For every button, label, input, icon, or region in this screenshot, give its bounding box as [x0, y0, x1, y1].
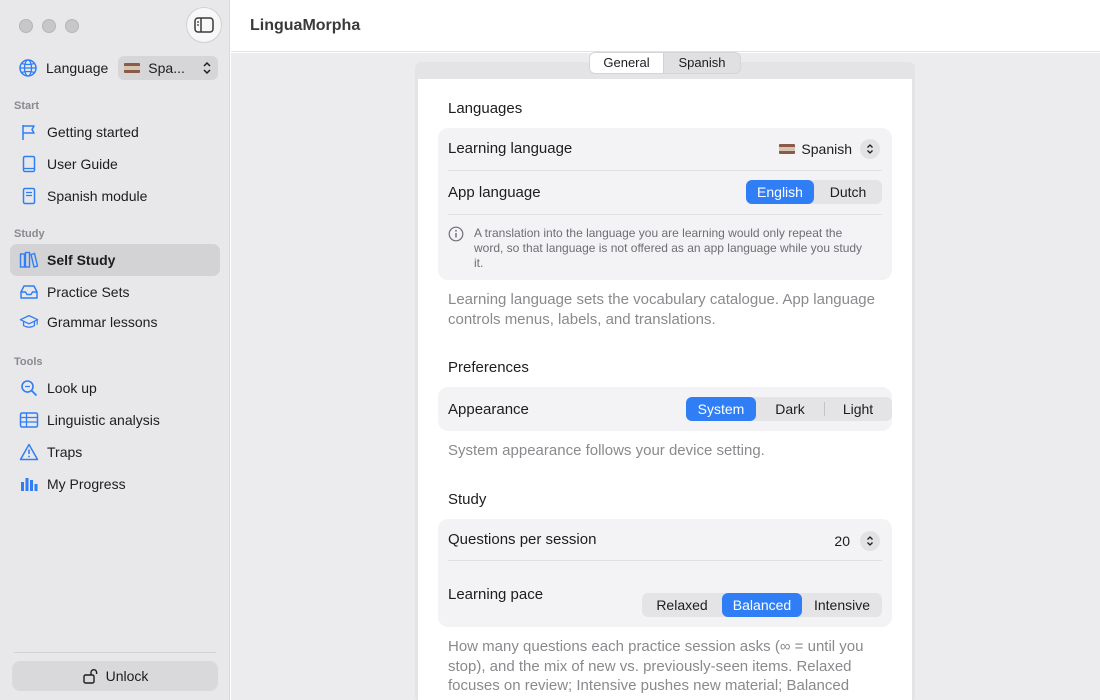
warning-icon — [19, 442, 39, 462]
unlock-label: Unlock — [105, 668, 149, 684]
table-icon — [19, 410, 39, 430]
language-select[interactable]: Spa... — [118, 56, 219, 80]
up-down-chevron-icon — [203, 61, 211, 75]
learning-language-value: Spanish — [801, 141, 852, 157]
row-divider — [448, 170, 882, 171]
globe-icon — [19, 59, 37, 77]
row-divider — [448, 560, 882, 561]
sidebar-item-label: Linguistic analysis — [47, 412, 160, 428]
language-picker-row: Language Spa... — [18, 56, 219, 80]
appearance-option-system[interactable]: System — [686, 397, 756, 421]
app-language-option-english[interactable]: English — [746, 180, 814, 204]
pace-option-balanced[interactable]: Balanced — [722, 593, 802, 617]
languages-description: Learning language sets the vocabulary ca… — [448, 291, 875, 328]
info-icon — [448, 226, 464, 242]
spanish-flag-icon — [779, 144, 796, 154]
pace-option-intensive[interactable]: Intensive — [802, 593, 882, 617]
sidebar-item-linguistic-analysis[interactable]: Linguistic analysis — [10, 404, 220, 436]
languages-card: Learning language Spanish App language E… — [438, 128, 892, 280]
minimize-window-button[interactable] — [42, 19, 56, 33]
sidebar-item-label: Self Study — [47, 252, 116, 268]
window-controls — [19, 19, 79, 33]
questions-per-session-label: Questions per session — [448, 531, 597, 548]
bar-chart-icon — [19, 474, 39, 494]
app-title: LinguaMorpha — [250, 17, 361, 34]
language-label: Language — [46, 60, 109, 76]
sidebar-item-label: My Progress — [47, 476, 126, 492]
languages-heading: Languages — [448, 100, 523, 117]
study-card: Questions per session 20 Learning pace R… — [438, 519, 892, 627]
tab-general[interactable]: General — [590, 53, 664, 73]
sidebar-item-label: Traps — [47, 444, 83, 460]
close-window-button[interactable] — [19, 19, 33, 33]
sidebar-item-spanish-module[interactable]: Spanish module — [10, 180, 220, 212]
sidebar-item-label: Grammar lessons — [47, 314, 158, 330]
sidebar-item-label: Spanish module — [47, 188, 148, 204]
questions-per-session-value: 20 — [834, 533, 850, 549]
up-down-chevron-icon — [860, 531, 880, 551]
learning-language-select[interactable]: Spanish — [779, 139, 880, 159]
tab-spanish[interactable]: Spanish — [664, 53, 740, 73]
appearance-option-dark[interactable]: Dark — [756, 397, 824, 421]
preferences-description: System appearance follows your device se… — [448, 442, 765, 459]
app-language-segmented-control: English Dutch — [746, 180, 882, 204]
sidebar-item-label: Look up — [47, 380, 97, 396]
flag-icon — [19, 122, 39, 142]
appearance-option-light[interactable]: Light — [825, 397, 891, 421]
questions-per-session-stepper[interactable]: 20 — [834, 531, 880, 551]
sidebar: Language Spa... Start Getting started Us… — [0, 0, 230, 700]
learning-pace-label: Learning pace — [448, 586, 544, 603]
unlocked-padlock-icon — [82, 668, 98, 684]
learning-language-label: Learning language — [448, 140, 573, 157]
section-heading-study: Study — [14, 228, 45, 240]
spanish-flag-icon — [124, 63, 141, 73]
app-language-option-dutch[interactable]: Dutch — [814, 180, 882, 204]
study-heading: Study — [448, 491, 487, 508]
sidebar-item-practice-sets[interactable]: Practice Sets — [10, 276, 220, 308]
book-icon — [19, 154, 39, 174]
unlock-button[interactable]: Unlock — [12, 661, 218, 691]
language-select-value: Spa... — [148, 60, 185, 76]
appearance-segmented-control: System Dark Light — [686, 397, 892, 421]
magnifier-icon — [19, 378, 39, 398]
learning-pace-segmented-control: Relaxed Balanced Intensive — [642, 593, 882, 617]
row-divider — [448, 214, 882, 215]
sidebar-item-user-guide[interactable]: User Guide — [10, 148, 220, 180]
zoom-window-button[interactable] — [65, 19, 79, 33]
sidebar-divider — [14, 652, 216, 653]
sidebar-item-look-up[interactable]: Look up — [10, 372, 220, 404]
graduation-cap-icon — [19, 312, 39, 332]
appearance-label: Appearance — [448, 401, 529, 418]
section-heading-tools: Tools — [14, 356, 43, 368]
books-icon — [19, 250, 39, 270]
study-description: How many questions each practice session… — [448, 638, 864, 694]
sidebar-item-label: User Guide — [47, 156, 118, 172]
section-heading-start: Start — [14, 100, 40, 112]
sidebar-item-label: Getting started — [47, 124, 139, 140]
preferences-card: Appearance System Dark Light — [438, 387, 892, 431]
preferences-heading: Preferences — [448, 359, 529, 376]
toggle-sidebar-button[interactable] — [186, 7, 222, 43]
sidebar-item-self-study[interactable]: Self Study — [10, 244, 220, 276]
settings-tabs: General Spanish — [589, 52, 741, 74]
tray-icon — [19, 282, 39, 302]
sidebar-icon — [194, 17, 214, 33]
sidebar-item-getting-started[interactable]: Getting started — [10, 116, 220, 148]
title-bar: LinguaMorpha — [231, 0, 1100, 52]
app-language-label: App language — [448, 184, 541, 201]
sidebar-item-my-progress[interactable]: My Progress — [10, 468, 220, 500]
sidebar-item-grammar-lessons[interactable]: Grammar lessons — [10, 306, 220, 338]
sidebar-item-label: Practice Sets — [47, 284, 130, 300]
up-down-chevron-icon — [860, 139, 880, 159]
sidebar-item-traps[interactable]: Traps — [10, 436, 220, 468]
pace-option-relaxed[interactable]: Relaxed — [642, 593, 722, 617]
document-icon — [19, 186, 39, 206]
app-language-note: A translation into the language you are … — [474, 226, 863, 270]
